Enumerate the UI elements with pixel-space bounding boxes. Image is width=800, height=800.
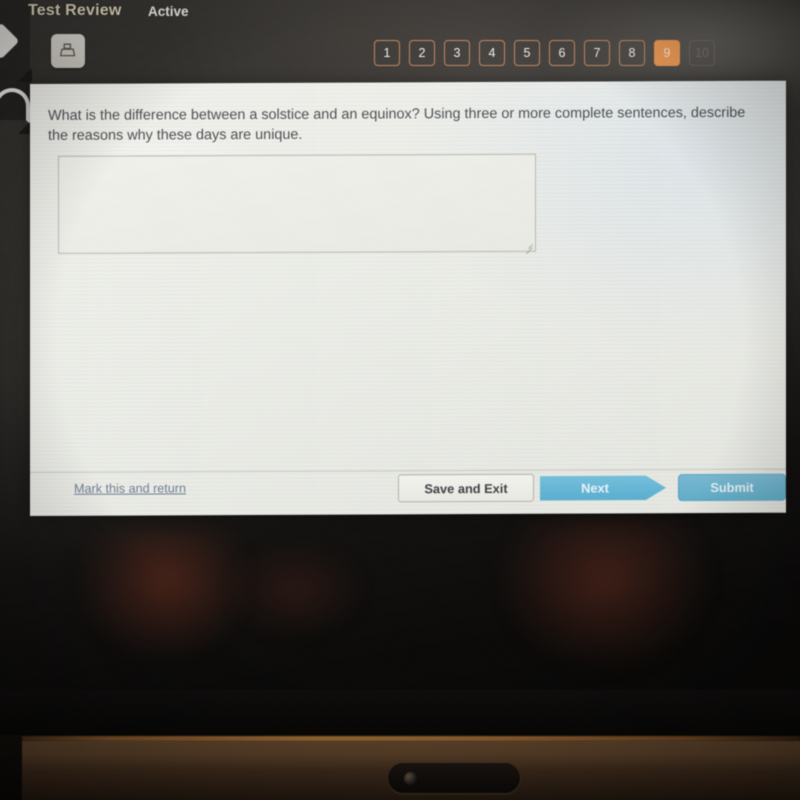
page-title: Test Review <box>28 2 122 19</box>
submit-button[interactable]: Submit <box>678 473 786 502</box>
question-button-4[interactable]: 4 <box>479 40 505 66</box>
textarea-resize-handle[interactable] <box>522 238 534 255</box>
screen-reflection <box>500 520 710 670</box>
print-button[interactable] <box>51 34 85 68</box>
photo-of-laptop-screen: Test Review Active 1 2 3 4 5 6 7 8 9 10 <box>0 0 800 800</box>
question-button-1[interactable]: 1 <box>374 40 400 66</box>
laptop-lower-bezel <box>0 690 800 740</box>
next-button[interactable]: Next <box>540 473 666 503</box>
question-button-9-current[interactable]: 9 <box>654 40 680 66</box>
answer-textarea[interactable] <box>58 153 536 254</box>
question-number-nav[interactable]: 1 2 3 4 5 6 7 8 9 10 <box>374 40 715 66</box>
question-button-6[interactable]: 6 <box>549 40 575 66</box>
printer-icon <box>59 43 76 57</box>
app-header: Test Review Active 1 2 3 4 5 6 7 8 9 10 <box>0 0 800 86</box>
question-button-5[interactable]: 5 <box>514 40 540 66</box>
save-and-exit-button[interactable]: Save and Exit <box>398 473 534 503</box>
question-text: What is the difference between a solstic… <box>48 104 746 144</box>
content-panel: What is the difference between a solstic… <box>30 80 786 517</box>
question-button-7[interactable]: 7 <box>584 40 610 66</box>
laptop-latch-dot <box>404 772 417 785</box>
laptop-deck-edge <box>0 735 22 800</box>
arc-icon <box>0 88 30 124</box>
question-button-3[interactable]: 3 <box>444 40 470 66</box>
status-badge: Active <box>148 4 189 19</box>
question-button-2[interactable]: 2 <box>409 40 435 66</box>
question-button-8[interactable]: 8 <box>619 40 645 66</box>
screen-reflection <box>230 545 360 635</box>
screen-reflection <box>80 530 250 660</box>
mark-this-and-return-link[interactable]: Mark this and return <box>74 481 186 495</box>
panel-texture <box>30 80 786 517</box>
question-button-10-partial[interactable]: 10 <box>689 40 715 66</box>
